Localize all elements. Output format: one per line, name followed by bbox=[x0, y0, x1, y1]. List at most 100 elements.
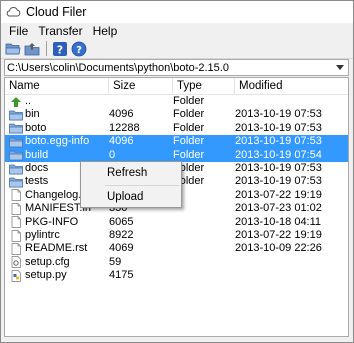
chevron-down-icon bbox=[336, 65, 344, 70]
title-bar[interactable]: Cloud Filer bbox=[1, 1, 353, 23]
toolbar: ? ? bbox=[1, 39, 353, 59]
file-name-text: README.rst bbox=[25, 242, 88, 255]
folder-icon bbox=[9, 150, 23, 161]
file-name-text: setup.py bbox=[25, 269, 67, 282]
file-name: pylintrc bbox=[9, 229, 109, 242]
file-row[interactable]: setup.cfg 59 bbox=[5, 255, 348, 269]
file-type bbox=[173, 269, 235, 282]
file-row[interactable]: setup.py 4175 bbox=[5, 269, 348, 282]
context-menu-separator bbox=[105, 185, 179, 186]
menu-bar: File Transfer Help bbox=[1, 23, 353, 39]
file-size: 4096 bbox=[109, 108, 134, 121]
file-type: Folder bbox=[173, 135, 205, 148]
file-name: README.rst bbox=[9, 242, 109, 255]
file-modified: 2013-10-19 07:53 bbox=[235, 108, 322, 121]
file-size: 4175 bbox=[109, 269, 134, 282]
file-size: 6065 bbox=[109, 215, 134, 228]
file-type bbox=[173, 202, 235, 215]
upload-folder-icon bbox=[24, 42, 40, 55]
file-name: build bbox=[9, 149, 109, 162]
file-icon bbox=[11, 202, 21, 215]
file-row[interactable]: README.rst 4069 2013-10-09 22:26 bbox=[5, 242, 348, 255]
file-row[interactable]: boto 12288 Folder 2013-10-19 07:53 bbox=[5, 121, 348, 135]
file-modified: 2013-07-23 01:02 bbox=[235, 202, 322, 215]
file-size: 8922 bbox=[109, 228, 134, 241]
file-icon bbox=[11, 229, 21, 242]
folder-icon bbox=[9, 137, 23, 148]
file-name: PKG-INFO bbox=[9, 216, 109, 229]
help-icon: ? bbox=[53, 41, 67, 56]
file-name-text: PKG-INFO bbox=[25, 215, 79, 228]
path-combobox[interactable]: C:\Users\colin\Documents\python\boto-2.1… bbox=[4, 59, 349, 76]
file-modified: 2013-10-19 07:53 bbox=[235, 175, 322, 188]
file-size: 4069 bbox=[109, 242, 134, 255]
file-row[interactable]: bin 4096 Folder 2013-10-19 07:53 bbox=[5, 108, 348, 121]
file-type: Folder bbox=[173, 161, 205, 174]
file-name-text: boto.egg-info bbox=[25, 135, 90, 148]
upload-folder-button[interactable] bbox=[24, 41, 40, 57]
list-header: Name Size Type Modified bbox=[5, 78, 348, 95]
file-type bbox=[173, 229, 235, 242]
file-modified: 2013-10-19 07:53 bbox=[235, 135, 322, 148]
file-name: boto bbox=[9, 122, 109, 135]
file-modified bbox=[235, 95, 347, 108]
svg-text:?: ? bbox=[76, 45, 82, 56]
help-button[interactable]: ? bbox=[52, 41, 68, 57]
file-row[interactable]: .. Folder bbox=[5, 95, 348, 108]
file-row[interactable]: PKG-INFO 6065 2013-10-18 04:11 bbox=[5, 215, 348, 229]
path-dropdown-button[interactable] bbox=[332, 60, 348, 75]
context-menu-upload[interactable]: Upload bbox=[81, 187, 181, 207]
file-modified: 2013-10-19 07:54 bbox=[235, 148, 322, 161]
file-size: 4096 bbox=[109, 135, 134, 148]
file-name: setup.cfg bbox=[9, 256, 109, 269]
path-input[interactable]: C:\Users\colin\Documents\python\boto-2.1… bbox=[5, 62, 332, 74]
file-row[interactable]: pylintrc 8922 2013-07-22 19:19 bbox=[5, 228, 348, 242]
file-name-text: .. bbox=[25, 95, 32, 107]
file-modified: 2013-07-22 19:19 bbox=[235, 228, 322, 241]
file-name: boto.egg-info bbox=[9, 135, 109, 148]
file-name-text: tests bbox=[25, 175, 49, 188]
menu-file[interactable]: File bbox=[4, 23, 33, 39]
file-name: bin bbox=[9, 108, 109, 121]
file-size: 12288 bbox=[109, 121, 140, 134]
file-modified: 2013-10-09 22:26 bbox=[235, 242, 322, 255]
column-header-modified[interactable]: Modified bbox=[235, 78, 348, 95]
column-header-name[interactable]: Name bbox=[5, 78, 109, 95]
app-window: Cloud Filer File Transfer Help ? ? C:\Us… bbox=[0, 0, 354, 343]
python-file-icon bbox=[11, 269, 21, 282]
file-name-text: pylintrc bbox=[25, 228, 60, 241]
file-type: Folder bbox=[173, 148, 205, 161]
help-topics-button[interactable]: ? bbox=[71, 41, 87, 57]
context-menu-refresh[interactable]: Refresh bbox=[81, 163, 181, 183]
file-name-text: docs bbox=[25, 161, 49, 174]
file-modified: 2013-10-19 07:53 bbox=[235, 121, 322, 134]
file-modified: 2013-10-19 07:53 bbox=[235, 161, 322, 174]
file-type bbox=[173, 242, 235, 255]
open-folder-icon bbox=[5, 43, 21, 54]
file-icon bbox=[11, 216, 21, 229]
file-type: Folder bbox=[173, 108, 205, 121]
window-title: Cloud Filer bbox=[26, 5, 87, 19]
column-header-size[interactable]: Size bbox=[109, 78, 173, 95]
menu-transfer[interactable]: Transfer bbox=[33, 23, 87, 39]
file-type: Folder bbox=[173, 175, 205, 188]
folder-icon bbox=[9, 110, 23, 121]
config-file-icon bbox=[11, 256, 21, 269]
file-modified bbox=[235, 269, 347, 282]
column-header-type[interactable]: Type bbox=[173, 78, 235, 95]
file-size: 59 bbox=[109, 255, 122, 268]
file-type bbox=[173, 189, 235, 202]
file-name: .. bbox=[9, 95, 109, 108]
file-name-text: setup.cfg bbox=[25, 255, 70, 268]
file-type: Folder bbox=[173, 95, 205, 107]
file-name-text: boto bbox=[25, 121, 47, 134]
menu-help[interactable]: Help bbox=[88, 23, 123, 39]
open-folder-button[interactable] bbox=[5, 41, 21, 57]
file-row[interactable]: build 0 Folder 2013-10-19 07:54 bbox=[5, 148, 348, 162]
file-name: setup.py bbox=[9, 269, 109, 282]
file-type bbox=[173, 216, 235, 229]
folder-icon bbox=[9, 164, 23, 174]
file-type: Folder bbox=[173, 121, 205, 134]
file-name-text: build bbox=[25, 148, 49, 161]
file-row[interactable]: boto.egg-info 4096 Folder 2013-10-19 07:53 bbox=[5, 135, 348, 149]
